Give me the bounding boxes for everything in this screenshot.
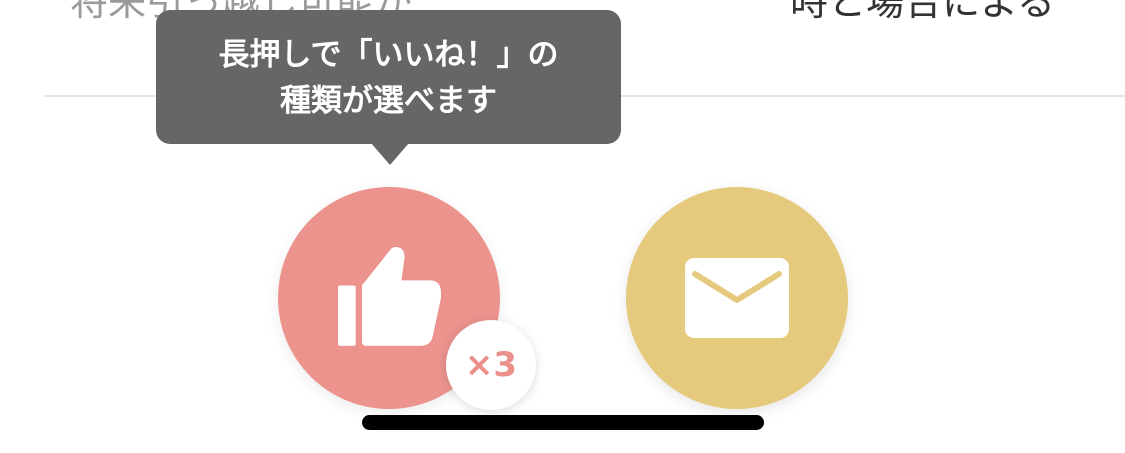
message-button[interactable] bbox=[626, 187, 848, 409]
profile-detail-value: 時と場合による bbox=[790, 0, 1055, 24]
thumbs-up-icon bbox=[337, 246, 441, 350]
home-indicator[interactable] bbox=[362, 415, 764, 430]
like-count-text: ×3 bbox=[464, 345, 518, 385]
like-count-badge: ×3 bbox=[446, 320, 536, 410]
envelope-icon bbox=[685, 258, 789, 338]
tooltip-arrow bbox=[371, 143, 409, 165]
tooltip-line-2: 種類が選べます bbox=[280, 83, 497, 119]
tooltip-line-1: 長押しで「いいね！」の bbox=[218, 37, 559, 73]
long-press-hint-tooltip: 長押しで「いいね！」の 種類が選べます bbox=[156, 10, 621, 144]
